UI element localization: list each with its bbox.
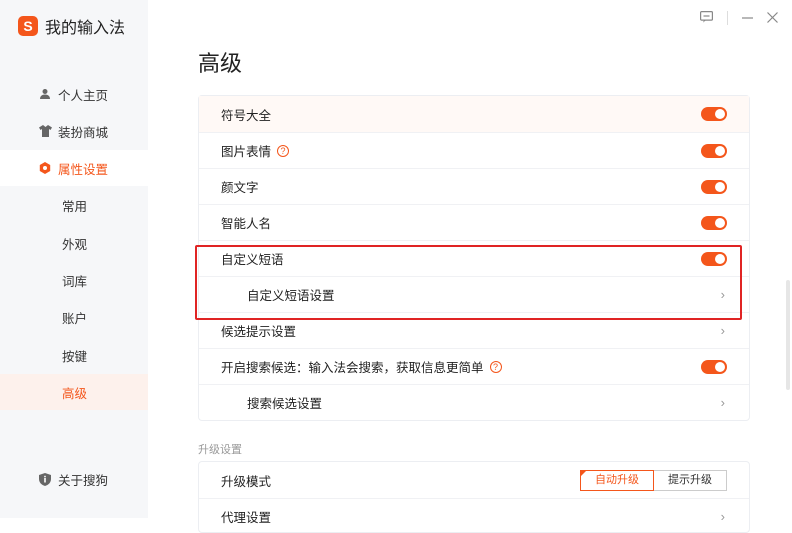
sidebar-item-common[interactable]: 常用 — [0, 187, 148, 223]
setting-row-symbols: 符号大全 — [199, 96, 749, 132]
sidebar-item-label: 关于搜狗 — [58, 473, 109, 488]
setting-row-kaomoji: 颜文字 — [199, 168, 749, 204]
sidebar-item-label: 账户 — [62, 311, 88, 326]
upgrade-mode-segmented: 自动升级 提示升级 — [580, 470, 727, 491]
kaomoji-toggle[interactable] — [701, 180, 727, 194]
sidebar-item-label: 外观 — [62, 237, 88, 252]
app-title: 我的输入法 — [45, 20, 126, 37]
advanced-settings-card: 符号大全 图片表情? 颜文字 智能人名 自定义短语 自定义短语设置 › 候选提示… — [198, 95, 750, 421]
symbols-toggle[interactable] — [701, 107, 727, 121]
sidebar-item-advanced[interactable]: 高级 — [0, 374, 148, 410]
settings-hex-icon — [38, 161, 52, 175]
setting-label: 候选提示设置 — [221, 325, 297, 339]
setting-label: 智能人名 — [221, 217, 272, 231]
chevron-right-icon: › — [720, 323, 725, 338]
setting-label: 升级模式 — [221, 474, 272, 489]
search-candidate-toggle[interactable] — [701, 360, 727, 374]
sidebar-item-account[interactable]: 账户 — [0, 299, 148, 335]
setting-row-image-emoji: 图片表情? — [199, 132, 749, 168]
sidebar: S 我的输入法 个人主页 装扮商城 属性设置 常用 外观 词库 账户 按键 高级 — [0, 0, 148, 518]
sidebar-item-label: 装扮商城 — [58, 125, 109, 140]
sidebar-item-label: 常用 — [62, 199, 88, 214]
setting-label: 代理设置 — [221, 511, 272, 525]
help-icon[interactable]: ? — [277, 144, 290, 157]
sidebar-item-dictionary[interactable]: 词库 — [0, 262, 148, 298]
sidebar-item-profile[interactable]: 个人主页 — [0, 76, 148, 112]
setting-row-search-candidate: 开启搜索候选：输入法会搜索，获取信息更简单? — [199, 348, 749, 384]
sidebar-item-label: 高级 — [62, 386, 88, 401]
scrollbar[interactable] — [786, 280, 790, 390]
setting-label: 自定义短语 — [221, 253, 284, 267]
setting-row-custom-phrase: 自定义短语 — [199, 240, 749, 276]
help-icon[interactable]: ? — [489, 360, 502, 373]
sidebar-item-label: 词库 — [62, 274, 88, 289]
section-label-upgrade: 升级设置 — [198, 444, 242, 456]
setting-row-custom-phrase-settings[interactable]: 自定义短语设置 › — [199, 276, 749, 312]
sidebar-item-store[interactable]: 装扮商城 — [0, 113, 148, 149]
sogou-logo-icon: S — [18, 16, 38, 36]
setting-row-candidate-hint[interactable]: 候选提示设置 › — [199, 312, 749, 348]
sidebar-item-about[interactable]: 关于搜狗 — [0, 461, 148, 497]
setting-label: 搜索候选设置 — [247, 397, 323, 411]
setting-label: 自定义短语设置 — [247, 289, 335, 303]
chevron-right-icon: › — [720, 509, 725, 524]
setting-row-proxy[interactable]: 代理设置 › — [199, 498, 749, 532]
image-emoji-toggle[interactable] — [701, 144, 727, 158]
auto-upgrade-option[interactable]: 自动升级 — [580, 470, 654, 491]
prompt-upgrade-option[interactable]: 提示升级 — [654, 470, 727, 491]
chat-icon[interactable] — [700, 10, 714, 26]
chevron-right-icon: › — [720, 287, 725, 302]
info-shield-icon — [38, 472, 52, 486]
sidebar-item-appearance[interactable]: 外观 — [0, 225, 148, 261]
sidebar-item-label: 个人主页 — [58, 88, 109, 103]
setting-row-smart-names: 智能人名 — [199, 204, 749, 240]
sidebar-item-keys[interactable]: 按键 — [0, 337, 148, 373]
setting-label: 颜文字 — [221, 181, 259, 195]
setting-label: 图片表情 — [221, 145, 272, 159]
sidebar-item-label: 属性设置 — [58, 162, 109, 177]
chevron-right-icon: › — [720, 395, 725, 410]
custom-phrase-toggle[interactable] — [701, 252, 727, 266]
smart-names-toggle[interactable] — [701, 216, 727, 230]
setting-row-upgrade-mode: 升级模式 自动升级 提示升级 — [199, 462, 749, 498]
shirt-icon — [38, 124, 52, 138]
window-controls — [700, 10, 778, 26]
setting-label: 开启搜索候选：输入法会搜索，获取信息更简单 — [221, 361, 484, 375]
close-icon[interactable] — [767, 10, 778, 26]
person-icon — [38, 87, 52, 101]
app-brand: S 我的输入法 — [18, 14, 125, 38]
divider — [727, 11, 728, 25]
upgrade-settings-card: 升级模式 自动升级 提示升级 代理设置 › — [198, 461, 750, 533]
page-title: 高级 — [198, 51, 243, 76]
sidebar-item-properties[interactable]: 属性设置 — [0, 150, 148, 186]
sidebar-item-label: 按键 — [62, 349, 88, 364]
setting-label: 符号大全 — [221, 108, 272, 123]
minimize-icon[interactable] — [742, 10, 753, 26]
setting-row-search-candidate-settings[interactable]: 搜索候选设置 › — [199, 384, 749, 420]
